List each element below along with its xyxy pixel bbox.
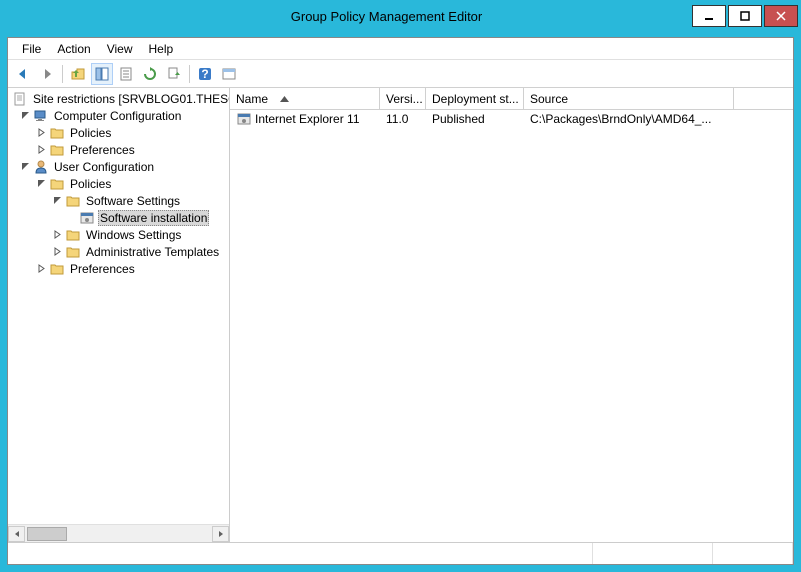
policy-icon <box>12 91 28 107</box>
folder-icon <box>49 176 65 192</box>
tree-label: Windows Settings <box>84 228 183 242</box>
content-frame: File Action View Help ? Site re <box>7 37 794 565</box>
cell-source: C:\Packages\BrndOnly\AMD64_... <box>524 112 744 126</box>
list-body[interactable]: Internet Explorer 11 11.0 Published C:\P… <box>230 110 793 542</box>
toolbar: ? <box>8 60 793 88</box>
statusbar <box>8 542 793 564</box>
svg-text:?: ? <box>201 67 208 81</box>
expand-icon[interactable] <box>52 229 63 240</box>
list-header: Name Versi... Deployment st... Source <box>230 88 793 110</box>
tree-uc-admin-tpl[interactable]: Administrative Templates <box>8 243 229 260</box>
menu-action[interactable]: Action <box>49 39 98 59</box>
column-label: Name <box>236 92 268 106</box>
collapse-icon[interactable] <box>36 178 47 189</box>
export-button[interactable] <box>163 63 185 85</box>
tree-label: Site restrictions [SRVBLOG01.THESOL <box>31 92 229 106</box>
menu-help[interactable]: Help <box>141 39 182 59</box>
help-button[interactable]: ? <box>194 63 216 85</box>
list-item[interactable]: Internet Explorer 11 11.0 Published C:\P… <box>230 110 793 128</box>
back-button[interactable] <box>12 63 34 85</box>
tree-label: Preferences <box>68 143 137 157</box>
properties-button[interactable] <box>115 63 137 85</box>
column-deployment[interactable]: Deployment st... <box>426 88 524 109</box>
installer-icon <box>236 111 252 127</box>
list-pane: Name Versi... Deployment st... Source In… <box>230 88 793 542</box>
status-cell <box>8 543 593 564</box>
scroll-left-button[interactable] <box>8 526 25 542</box>
cell-version: 11.0 <box>380 112 426 126</box>
computer-icon <box>33 108 49 124</box>
tree-uc-win-settings[interactable]: Windows Settings <box>8 226 229 243</box>
user-icon <box>33 159 49 175</box>
status-cell <box>593 543 713 564</box>
column-spacer <box>734 88 793 109</box>
forward-button[interactable] <box>36 63 58 85</box>
collapse-icon[interactable] <box>20 110 31 121</box>
panes: Site restrictions [SRVBLOG01.THESOL Comp… <box>8 88 793 542</box>
toolbar-separator <box>189 65 190 83</box>
cell-deploy: Published <box>426 112 524 126</box>
scroll-thumb[interactable] <box>27 527 67 541</box>
installer-icon <box>79 210 95 226</box>
tree-uc-sw-install[interactable]: Software installation <box>8 209 229 226</box>
tree-pane: Site restrictions [SRVBLOG01.THESOL Comp… <box>8 88 230 542</box>
horizontal-scrollbar[interactable] <box>8 524 229 542</box>
tree-cc-prefs[interactable]: Preferences <box>8 141 229 158</box>
minimize-button[interactable] <box>692 5 726 27</box>
toolbar-separator <box>62 65 63 83</box>
menubar: File Action View Help <box>8 38 793 60</box>
column-label: Versi... <box>386 92 423 106</box>
tree-body[interactable]: Site restrictions [SRVBLOG01.THESOL Comp… <box>8 88 229 524</box>
column-source[interactable]: Source <box>524 88 734 109</box>
window: Group Policy Management Editor File Acti… <box>0 0 801 572</box>
menu-file[interactable]: File <box>14 39 49 59</box>
column-label: Deployment st... <box>432 92 519 106</box>
tree-label: Preferences <box>68 262 137 276</box>
options-button[interactable] <box>218 63 240 85</box>
collapse-icon[interactable] <box>52 195 63 206</box>
close-button[interactable] <box>764 5 798 27</box>
refresh-button[interactable] <box>139 63 161 85</box>
menu-view[interactable]: View <box>99 39 141 59</box>
maximize-button[interactable] <box>728 5 762 27</box>
window-title: Group Policy Management Editor <box>81 9 692 24</box>
tree-label: Policies <box>68 126 113 140</box>
tree-label: Software installation <box>98 210 209 226</box>
tree-root[interactable]: Site restrictions [SRVBLOG01.THESOL <box>8 90 229 107</box>
expand-icon[interactable] <box>36 144 47 155</box>
sort-asc-icon <box>280 96 289 102</box>
up-button[interactable] <box>67 63 89 85</box>
folder-icon <box>49 125 65 141</box>
tree-cc[interactable]: Computer Configuration <box>8 107 229 124</box>
tree-label: User Configuration <box>52 160 156 174</box>
tree-uc-prefs[interactable]: Preferences <box>8 260 229 277</box>
column-name[interactable]: Name <box>230 88 380 109</box>
tree-cc-policies[interactable]: Policies <box>8 124 229 141</box>
collapse-icon[interactable] <box>20 161 31 172</box>
tree-label: Administrative Templates <box>84 245 221 259</box>
tree-uc-sw-settings[interactable]: Software Settings <box>8 192 229 209</box>
folder-icon <box>65 227 81 243</box>
expand-icon[interactable] <box>36 127 47 138</box>
titlebar: Group Policy Management Editor <box>1 1 800 31</box>
tree-label: Software Settings <box>84 194 182 208</box>
folder-icon <box>65 244 81 260</box>
expand-icon[interactable] <box>52 246 63 257</box>
status-cell <box>713 543 793 564</box>
show-hide-tree-button[interactable] <box>91 63 113 85</box>
cell-name: Internet Explorer 11 <box>255 112 360 126</box>
folder-icon <box>49 142 65 158</box>
folder-icon <box>65 193 81 209</box>
scroll-right-button[interactable] <box>212 526 229 542</box>
column-version[interactable]: Versi... <box>380 88 426 109</box>
tree-label: Policies <box>68 177 113 191</box>
tree-label: Computer Configuration <box>52 109 183 123</box>
tree-uc-policies[interactable]: Policies <box>8 175 229 192</box>
folder-icon <box>49 261 65 277</box>
tree-uc[interactable]: User Configuration <box>8 158 229 175</box>
column-label: Source <box>530 92 568 106</box>
expand-icon[interactable] <box>36 263 47 274</box>
